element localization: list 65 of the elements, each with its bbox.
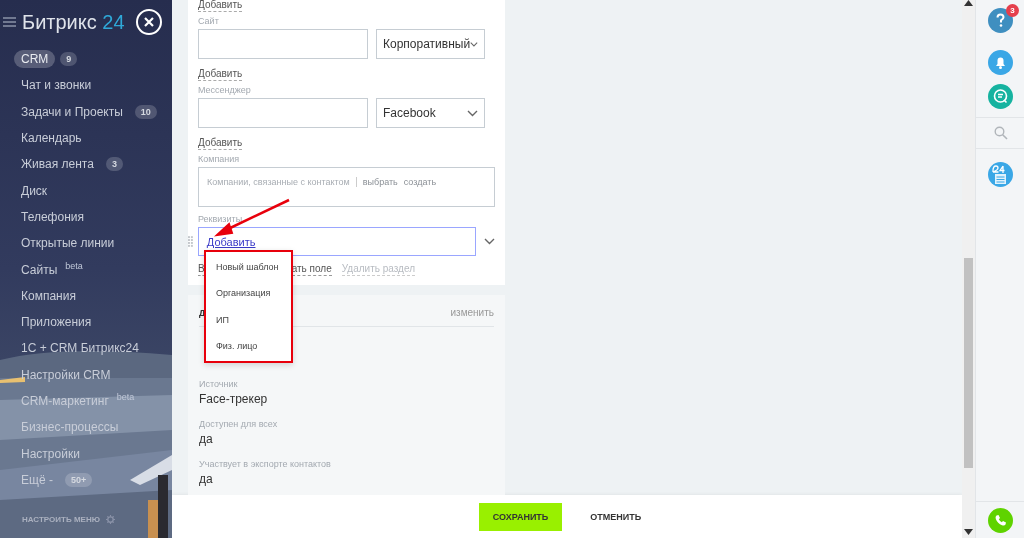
close-button[interactable] (136, 9, 162, 35)
field-value: да (199, 471, 214, 487)
menu-item[interactable]: ИП (206, 306, 291, 333)
scrollbar[interactable] (962, 0, 975, 538)
field-value: Face-трекер (199, 391, 269, 407)
sidebar-item[interactable]: Сайты (14, 260, 65, 279)
sidebar-item[interactable]: Настройки CRM (14, 365, 118, 384)
counter-badge: 9 (60, 52, 78, 67)
bell-icon[interactable] (988, 50, 1013, 75)
menu-item[interactable]: Новый шаблон (206, 254, 291, 281)
sidebar-item[interactable]: Компания (14, 286, 83, 305)
type-dropdown[interactable]: Корпоративный (376, 29, 485, 59)
chevron-down-icon (470, 40, 478, 48)
chevron-down-icon (484, 238, 495, 245)
scroll-down-icon[interactable] (964, 529, 973, 535)
counter-badge: 10 (134, 104, 157, 119)
gear-icon[interactable] (105, 515, 115, 524)
input-field[interactable] (198, 98, 368, 128)
menu-item[interactable]: Организация (206, 280, 291, 307)
field-value: да (199, 431, 214, 447)
help-icon[interactable] (988, 8, 1013, 33)
notification-badge: 3 (1006, 4, 1019, 17)
input-field[interactable] (198, 29, 368, 59)
section-action-link: Удалить раздел (341, 263, 415, 276)
beta-tag: beta (65, 260, 83, 271)
close-icon (144, 17, 154, 27)
sidebar-item[interactable]: Живая лента (14, 155, 101, 174)
drag-handle-icon[interactable] (188, 236, 193, 247)
placeholder-text: Компании, связанные с контактом (207, 177, 357, 187)
sidebar-item[interactable]: Чат и звонки (14, 76, 99, 95)
menu-item[interactable]: Физ. лицо (206, 332, 291, 360)
add-link[interactable]: Добавить (198, 0, 243, 12)
counter-badge: 50+ (64, 472, 93, 487)
sidebar-item[interactable]: Приложения (14, 313, 99, 332)
logo: Битрикс 24 (22, 10, 125, 34)
add-link[interactable]: Добавить (198, 68, 243, 81)
field-label: Участвует в экспорте контактов (199, 458, 332, 471)
sidebar-item[interactable]: Открытые линии (14, 234, 122, 253)
document-icon[interactable] (988, 162, 1013, 187)
sidebar-item[interactable]: Диск (14, 181, 55, 200)
chevron-down-icon (467, 109, 478, 117)
scroll-up-icon[interactable] (964, 0, 973, 6)
field-label: Реквизиты (198, 213, 243, 225)
sidebar-item[interactable]: Календарь (14, 129, 89, 148)
field-label: Доступен для всех (199, 418, 279, 431)
sidebar-item[interactable]: Телефония (14, 207, 91, 226)
sidebar-item[interactable]: CRM (14, 50, 56, 69)
cancel-button[interactable]: ОТМЕНИТЬ (576, 502, 656, 531)
scroll-thumb[interactable] (964, 258, 973, 468)
beta-tag: beta (116, 392, 135, 402)
menu-icon[interactable] (3, 17, 16, 27)
field-label: Мессенджер (198, 84, 251, 96)
search-icon[interactable] (993, 126, 1008, 140)
type-dropdown[interactable]: Facebook (376, 98, 485, 128)
sidebar-item[interactable]: Задачи и Проекты (14, 102, 130, 121)
field-label: Компания (198, 153, 240, 165)
add-link[interactable]: Добавить (198, 137, 243, 150)
sidebar-item[interactable]: 1С + CRM Битрикс24 (14, 339, 146, 358)
add-link[interactable]: Добавить (206, 235, 256, 248)
save-button[interactable]: СОХРАНИТЬ (478, 502, 563, 531)
field-label: Сайт (198, 15, 219, 27)
phone-icon[interactable] (988, 508, 1013, 533)
chat-icon[interactable] (988, 84, 1013, 109)
counter-badge: 3 (105, 157, 123, 172)
field-label: Источник (199, 378, 239, 391)
